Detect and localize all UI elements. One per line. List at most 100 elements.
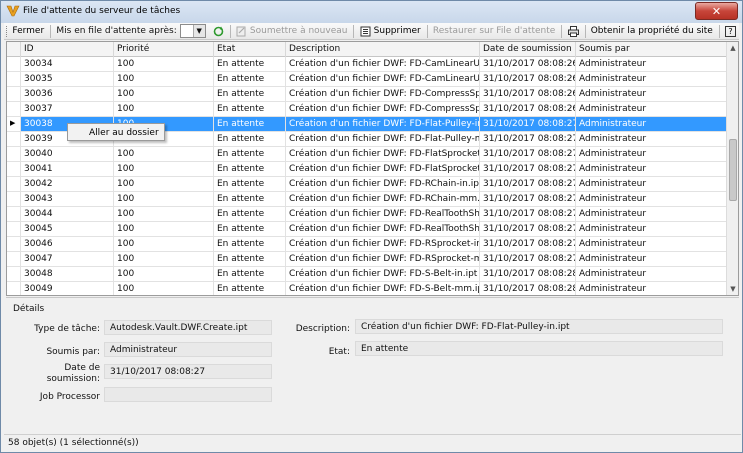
cell-priority[interactable]: 100 xyxy=(114,252,214,267)
cell-priority[interactable]: 100 xyxy=(114,87,214,102)
table-row[interactable]: 30043 100 En attente Création d'un fichier … xyxy=(7,192,727,207)
row-indicator[interactable] xyxy=(7,147,21,161)
cell-date[interactable]: 31/10/2017 08:08:27 xyxy=(480,177,576,192)
cell-priority[interactable]: 100 xyxy=(114,162,214,177)
cell-date[interactable]: 31/10/2017 08:08:27 xyxy=(480,147,576,162)
delete-button[interactable]: Supprimer xyxy=(357,24,424,39)
cell-date[interactable]: 31/10/2017 08:08:27 xyxy=(480,222,576,237)
cell-id[interactable]: 30040 xyxy=(21,147,114,162)
column-header-description[interactable]: Description xyxy=(286,42,480,57)
table-row[interactable]: 30049 100 En attente Création d'un fichier … xyxy=(7,282,727,295)
cell-state[interactable]: En attente xyxy=(214,237,286,252)
table-row[interactable]: 30041 100 En attente Création d'un fichier … xyxy=(7,162,727,177)
cell-id[interactable]: 30037 xyxy=(21,102,114,117)
row-indicator[interactable] xyxy=(7,282,21,295)
row-indicator[interactable] xyxy=(7,87,21,101)
cell-id[interactable]: 30049 xyxy=(21,282,114,295)
cell-priority[interactable]: 100 xyxy=(114,267,214,282)
cell-description[interactable]: Création d'un fichier DWF: FD-S-Belt-mm.… xyxy=(286,282,480,295)
cell-submitted-by[interactable]: Administrateur xyxy=(576,132,727,147)
cell-state[interactable]: En attente xyxy=(214,147,286,162)
refresh-button[interactable] xyxy=(210,24,227,39)
cell-date[interactable]: 31/10/2017 08:08:27 xyxy=(480,132,576,147)
cell-description[interactable]: Création d'un fichier DWF: FD-Flat-Pulle… xyxy=(286,117,480,132)
cell-id[interactable]: 30045 xyxy=(21,222,114,237)
cell-id[interactable]: 30047 xyxy=(21,252,114,267)
cell-id[interactable]: 30036 xyxy=(21,87,114,102)
cell-date[interactable]: 31/10/2017 08:08:28 xyxy=(480,282,576,295)
queued-after-combobox[interactable]: ▼ xyxy=(179,24,206,38)
cell-date[interactable]: 31/10/2017 08:08:27 xyxy=(480,237,576,252)
cell-submitted-by[interactable]: Administrateur xyxy=(576,207,727,222)
table-row[interactable]: 30045 100 En attente Création d'un fichier … xyxy=(7,222,727,237)
cell-state[interactable]: En attente xyxy=(214,132,286,147)
take-ownership-button[interactable]: Obtenir la propriété du site xyxy=(588,24,716,39)
cell-description[interactable]: Création d'un fichier DWF: FD-CompressSp… xyxy=(286,102,480,117)
column-header-priority[interactable]: Priorité xyxy=(114,42,214,57)
cell-date[interactable]: 31/10/2017 08:08:27 xyxy=(480,207,576,222)
cell-priority[interactable]: 100 xyxy=(114,57,214,72)
cell-submitted-by[interactable]: Administrateur xyxy=(576,192,727,207)
cell-description[interactable]: Création d'un fichier DWF: FD-CamLinearU… xyxy=(286,57,480,72)
table-row[interactable]: 30036 100 En attente Création d'un fichier … xyxy=(7,87,727,102)
cell-description[interactable]: Création d'un fichier DWF: FD-RealToothS… xyxy=(286,207,480,222)
cell-description[interactable]: Création d'un fichier DWF: FD-RChain-mm.… xyxy=(286,192,480,207)
cell-submitted-by[interactable]: Administrateur xyxy=(576,222,727,237)
scroll-down-icon[interactable]: ▼ xyxy=(727,283,738,295)
help-button[interactable]: ? xyxy=(722,24,739,39)
cell-submitted-by[interactable]: Administrateur xyxy=(576,252,727,267)
cell-description[interactable]: Création d'un fichier DWF: FD-FlatSprock… xyxy=(286,147,480,162)
cell-date[interactable]: 31/10/2017 08:08:27 xyxy=(480,162,576,177)
cell-priority[interactable]: 100 xyxy=(114,102,214,117)
cell-id[interactable]: 30044 xyxy=(21,207,114,222)
cell-priority[interactable]: 100 xyxy=(114,72,214,87)
cell-date[interactable]: 31/10/2017 08:08:26 xyxy=(480,72,576,87)
cell-priority[interactable]: 100 xyxy=(114,192,214,207)
cell-description[interactable]: Création d'un fichier DWF: FD-RSprocket-… xyxy=(286,252,480,267)
cell-state[interactable]: En attente xyxy=(214,117,286,132)
cell-id[interactable]: 30043 xyxy=(21,192,114,207)
cell-state[interactable]: En attente xyxy=(214,162,286,177)
cell-priority[interactable]: 100 xyxy=(114,282,214,295)
cell-id[interactable]: 30048 xyxy=(21,267,114,282)
cell-id[interactable]: 30046 xyxy=(21,237,114,252)
table-row[interactable]: 30040 100 En attente Création d'un fichier … xyxy=(7,147,727,162)
row-indicator[interactable] xyxy=(7,207,21,221)
vertical-scrollbar[interactable]: ▲ ▼ xyxy=(726,42,738,295)
column-header-state[interactable]: Etat xyxy=(214,42,286,57)
row-indicator[interactable] xyxy=(7,132,21,146)
cell-submitted-by[interactable]: Administrateur xyxy=(576,87,727,102)
cell-id[interactable]: 30041 xyxy=(21,162,114,177)
close-button[interactable]: Fermer xyxy=(9,24,47,39)
cell-id[interactable]: 30042 xyxy=(21,177,114,192)
row-indicator[interactable] xyxy=(7,177,21,191)
table-row[interactable]: 30048 100 En attente Création d'un fichier … xyxy=(7,267,727,282)
cell-submitted-by[interactable]: Administrateur xyxy=(576,72,727,87)
cell-priority[interactable]: 100 xyxy=(114,177,214,192)
cell-date[interactable]: 31/10/2017 08:08:28 xyxy=(480,267,576,282)
cell-date[interactable]: 31/10/2017 08:08:27 xyxy=(480,252,576,267)
row-indicator[interactable] xyxy=(7,192,21,206)
cell-description[interactable]: Création d'un fichier DWF: FD-RChain-in.… xyxy=(286,177,480,192)
cell-priority[interactable]: 100 xyxy=(114,237,214,252)
cell-description[interactable]: Création d'un fichier DWF: FD-Flat-Pulle… xyxy=(286,132,480,147)
cell-description[interactable]: Création d'un fichier DWF: FD-CamLinearU… xyxy=(286,72,480,87)
cell-submitted-by[interactable]: Administrateur xyxy=(576,267,727,282)
table-row[interactable]: 30044 100 En attente Création d'un fichier … xyxy=(7,207,727,222)
column-header-submitted-by[interactable]: Soumis par xyxy=(576,42,727,57)
column-header-id[interactable]: ID xyxy=(21,42,114,57)
row-indicator[interactable] xyxy=(7,57,21,71)
cell-date[interactable]: 31/10/2017 08:08:26 xyxy=(480,102,576,117)
row-indicator[interactable] xyxy=(7,252,21,266)
cell-date[interactable]: 31/10/2017 08:08:27 xyxy=(480,192,576,207)
row-indicator[interactable] xyxy=(7,72,21,86)
cell-submitted-by[interactable]: Administrateur xyxy=(576,237,727,252)
cell-priority[interactable]: 100 xyxy=(114,222,214,237)
cell-submitted-by[interactable]: Administrateur xyxy=(576,162,727,177)
cell-state[interactable]: En attente xyxy=(214,267,286,282)
cell-date[interactable]: 31/10/2017 08:08:27 xyxy=(480,117,576,132)
cell-submitted-by[interactable]: Administrateur xyxy=(576,117,727,132)
table-row[interactable]: 30035 100 En attente Création d'un fichier … xyxy=(7,72,727,87)
cell-description[interactable]: Création d'un fichier DWF: FD-CompressSp… xyxy=(286,87,480,102)
cell-state[interactable]: En attente xyxy=(214,57,286,72)
